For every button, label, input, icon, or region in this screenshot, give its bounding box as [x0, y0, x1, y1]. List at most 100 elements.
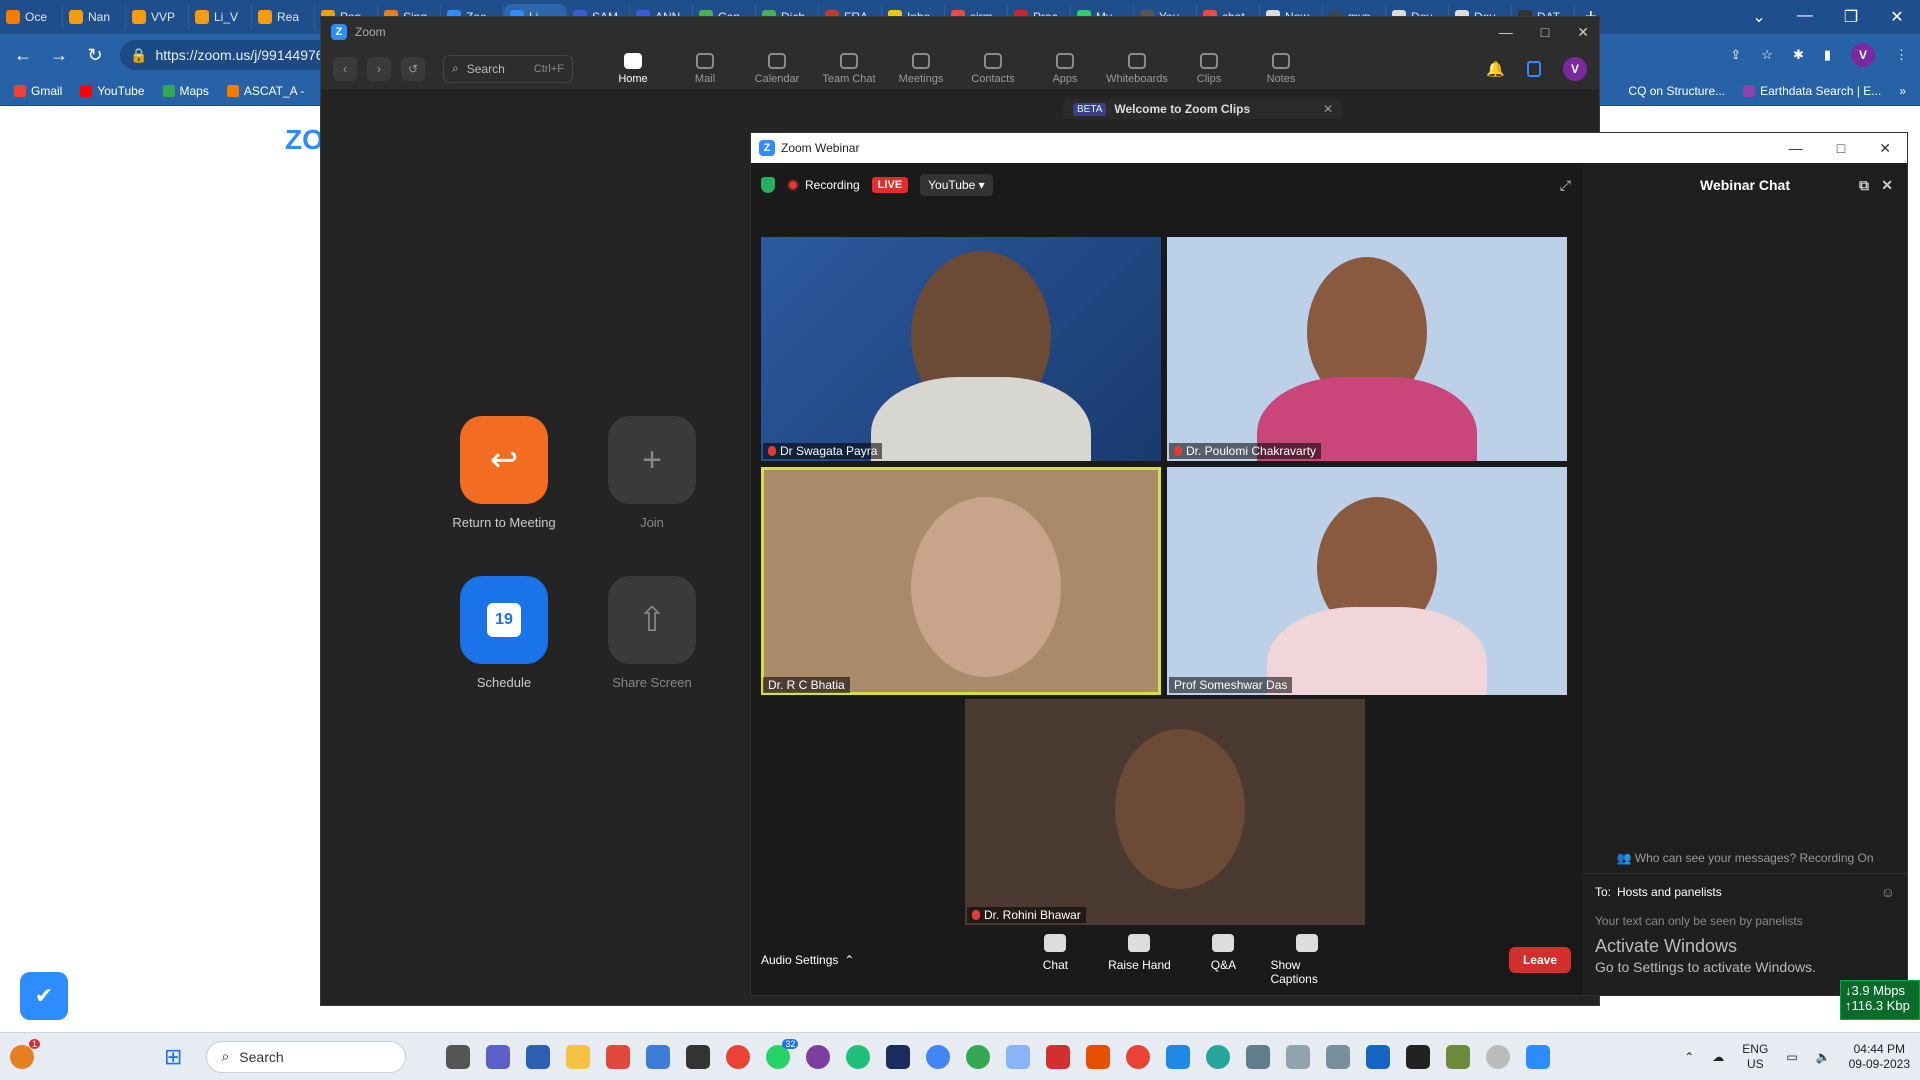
bookmark-gmail[interactable]: Gmail — [14, 84, 62, 98]
monitor-app-icon[interactable] — [1326, 1044, 1351, 1069]
browser-tab[interactable]: Rea — [252, 4, 315, 30]
minimize-icon[interactable]: — — [1499, 24, 1513, 41]
schedule-button[interactable]: 19 — [460, 576, 548, 664]
task-view-icon[interactable] — [446, 1044, 471, 1069]
emoji-icon[interactable]: ☺ — [1881, 884, 1895, 900]
chrome-teal-icon[interactable] — [1206, 1044, 1231, 1069]
pdf-reader-icon[interactable] — [1046, 1044, 1071, 1069]
history-icon[interactable]: ↺ — [401, 56, 425, 81]
video-tile[interactable]: Dr Swagata Payra — [761, 237, 1161, 461]
recording-indicator[interactable]: Recording — [787, 178, 860, 192]
tab-meetings[interactable]: Meetings — [885, 52, 957, 85]
photos-icon[interactable] — [646, 1044, 671, 1069]
reload-icon[interactable]: ↻ — [84, 45, 106, 66]
file-explorer-icon[interactable] — [566, 1044, 591, 1069]
taskbar-clock[interactable]: 04:44 PM 09-09-2023 — [1849, 1042, 1910, 1072]
forward-icon[interactable]: › — [367, 56, 391, 81]
teams-icon[interactable] — [486, 1044, 511, 1069]
sidebar-icon[interactable]: ▮ — [1824, 47, 1831, 63]
speaker-icon[interactable]: 🔈 — [1816, 1050, 1831, 1064]
extensions-puzzle-icon[interactable]: ✱ — [1793, 47, 1804, 63]
share-icon[interactable]: ⇪ — [1730, 47, 1741, 63]
chrome-profile-icon[interactable] — [806, 1044, 831, 1069]
encryption-shield-icon[interactable] — [761, 177, 775, 193]
editor-icon[interactable] — [1446, 1044, 1471, 1069]
onedrive-cloud-icon[interactable]: ☁ — [1712, 1050, 1724, 1064]
share-screen-button[interactable]: ⇧ — [608, 576, 696, 664]
close-icon[interactable]: ✕ — [1577, 24, 1589, 41]
bookmark-youtube[interactable]: YouTube — [80, 84, 145, 98]
chrome-icon[interactable] — [726, 1044, 751, 1069]
tab-team-chat[interactable]: Team Chat — [813, 52, 885, 85]
tab-whiteboards[interactable]: Whiteboards — [1101, 52, 1173, 85]
network-icon[interactable]: ▭ — [1786, 1050, 1797, 1064]
notifications-bell-icon[interactable]: 🔔 — [1486, 60, 1505, 78]
close-icon[interactable]: ✕ — [1874, 7, 1920, 27]
bookmark-maps[interactable]: Maps — [162, 84, 209, 98]
command-prompt-icon[interactable] — [1406, 1044, 1431, 1069]
anydesk-icon[interactable] — [606, 1044, 631, 1069]
chrome-alt-icon[interactable] — [966, 1044, 991, 1069]
close-icon[interactable]: ✕ — [1881, 177, 1893, 194]
leave-button[interactable]: Leave — [1508, 947, 1571, 973]
minimize-icon[interactable]: — — [1782, 7, 1828, 27]
maximize-icon[interactable]: □ — [1541, 24, 1549, 41]
chrome-green-icon[interactable] — [846, 1044, 871, 1069]
tab-home[interactable]: Home — [597, 52, 669, 85]
side-panel-icon[interactable] — [1527, 60, 1541, 77]
chat-input[interactable]: Your text can only be seen by panelists — [1595, 914, 1895, 928]
tab-apps[interactable]: Apps — [1029, 52, 1101, 85]
back-icon[interactable]: ‹ — [333, 56, 357, 81]
join-button[interactable]: + — [608, 416, 696, 504]
stream-dropdown[interactable]: YouTube ▾ — [920, 174, 993, 196]
popout-icon[interactable]: ⧉ — [1859, 177, 1869, 194]
chat-button[interactable]: Chat — [1018, 934, 1092, 986]
tab-clips[interactable]: Clips — [1173, 52, 1245, 85]
chart-app-icon[interactable] — [1286, 1044, 1311, 1069]
browser-profile-avatar[interactable]: V — [1851, 43, 1875, 67]
zoom-profile-avatar[interactable]: V — [1563, 56, 1587, 81]
clock-app-icon[interactable] — [1486, 1044, 1511, 1069]
tray-chevron-icon[interactable]: ⌃ — [1684, 1050, 1694, 1064]
qa-button[interactable]: Q&A — [1186, 934, 1260, 986]
show-captions-button[interactable]: Show Captions — [1270, 934, 1344, 986]
browser-tab[interactable]: VVP — [126, 4, 189, 30]
matlab-icon[interactable] — [1086, 1044, 1111, 1069]
vs-code-icon[interactable] — [886, 1044, 911, 1069]
notepad-icon[interactable] — [1366, 1044, 1391, 1069]
tab-contacts[interactable]: Contacts — [957, 52, 1029, 85]
video-tile-active-speaker[interactable]: Dr. R C Bhatia — [761, 467, 1161, 695]
bookmark-ascat[interactable]: ASCAT_A - — [226, 84, 304, 98]
minimize-icon[interactable]: — — [1789, 140, 1803, 157]
bookmark-star-icon[interactable]: ☆ — [1761, 47, 1773, 63]
fullscreen-icon[interactable]: ⤢ — [1560, 177, 1571, 194]
zoom-search-input[interactable]: ⌕ Search Ctrl+F — [443, 54, 573, 83]
close-icon[interactable]: ✕ — [1879, 140, 1891, 157]
tab-mail[interactable]: Mail — [669, 52, 741, 85]
browser-menu-icon[interactable]: ⋮ — [1895, 47, 1908, 63]
java-icon[interactable] — [1006, 1044, 1031, 1069]
remote-desktop-icon[interactable] — [1246, 1044, 1271, 1069]
taskbar-search[interactable]: ⌕ Search — [206, 1040, 407, 1073]
tab-notes[interactable]: Notes — [1245, 52, 1317, 85]
paint-icon[interactable] — [1166, 1044, 1191, 1069]
forward-arrow-icon[interactable]: → — [48, 45, 70, 66]
weather-icon[interactable]: 1 — [10, 1038, 40, 1069]
maximize-icon[interactable]: □ — [1837, 140, 1845, 157]
tab-calendar[interactable]: Calendar — [741, 52, 813, 85]
chat-recipient-dropdown[interactable]: Hosts and panelists — [1617, 885, 1722, 899]
bookmarks-overflow-icon[interactable]: » — [1899, 84, 1906, 98]
chrome-blue-icon[interactable] — [926, 1044, 951, 1069]
restore-icon[interactable]: ❐ — [1828, 7, 1874, 27]
chrome-red-icon[interactable] — [1126, 1044, 1151, 1069]
video-tile[interactable]: Dr. Rohini Bhawar — [965, 699, 1365, 925]
video-tile[interactable]: Dr. Poulomi Chakravarty — [1167, 237, 1567, 461]
back-arrow-icon[interactable]: ← — [12, 45, 34, 66]
close-icon[interactable]: ✕ — [1323, 102, 1333, 116]
bookmark-earthdata[interactable]: Earthdata Search | E... — [1743, 84, 1881, 98]
security-shield-icon[interactable]: ✔ — [20, 972, 68, 1020]
audio-settings-button[interactable]: Audio Settings ⌃ — [761, 953, 854, 967]
raise-hand-button[interactable]: Raise Hand — [1102, 934, 1176, 986]
windows-start-icon[interactable]: ⊞ — [164, 1044, 182, 1070]
browser-tab[interactable]: Oce — [0, 4, 63, 30]
